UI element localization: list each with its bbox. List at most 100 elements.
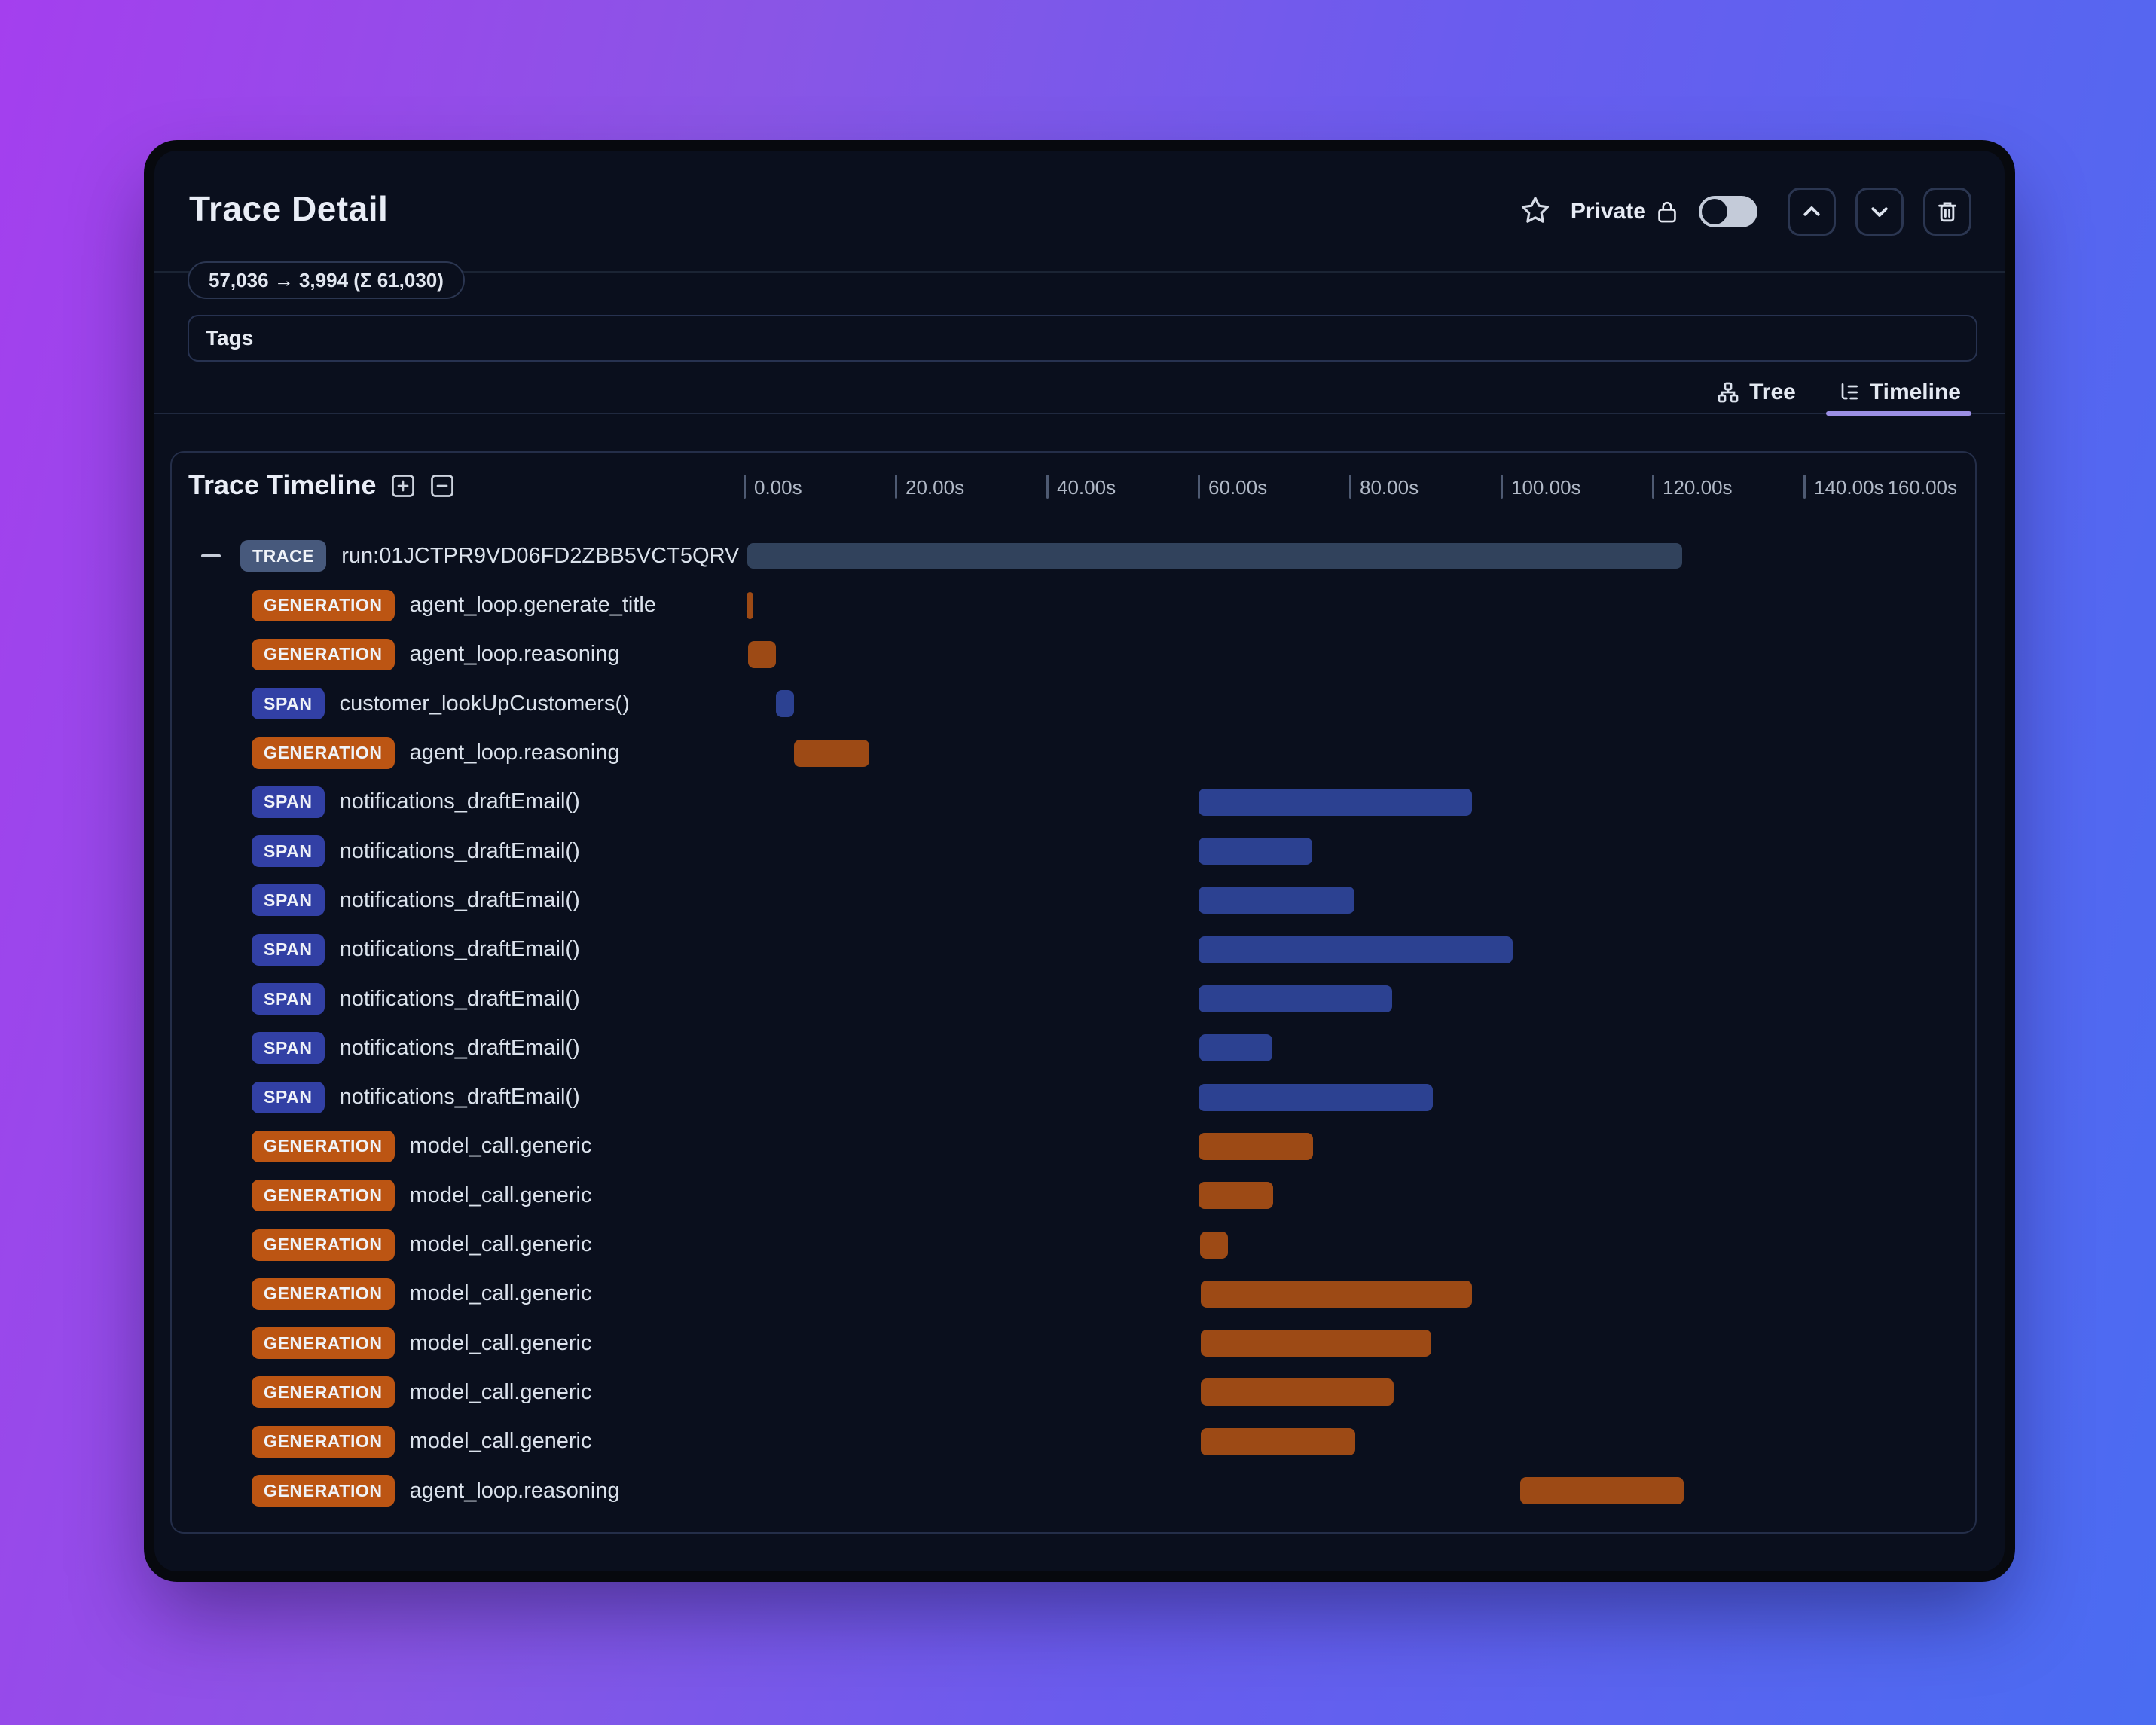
timeline-row-span[interactable]: SPAN notifications_draftEmail() bbox=[172, 826, 1975, 876]
span-badge: SPAN bbox=[252, 688, 325, 720]
view-tabs: Tree Timeline bbox=[154, 372, 2005, 416]
timeline-row-span[interactable]: SPAN customer_lookUpCustomers() bbox=[172, 679, 1975, 728]
span-duration-bar[interactable] bbox=[1199, 838, 1312, 866]
privacy-toggle[interactable] bbox=[1699, 196, 1757, 227]
timeline-row-generation[interactable]: GENERATION agent_loop.reasoning bbox=[172, 1466, 1975, 1516]
generation-duration-bar[interactable] bbox=[1199, 1132, 1313, 1160]
timeline-row-generation[interactable]: GENERATION model_call.generic bbox=[172, 1122, 1975, 1171]
row-head: SPAN notifications_draftEmail() bbox=[252, 835, 580, 868]
timeline-row-span[interactable]: SPAN notifications_draftEmail() bbox=[172, 1023, 1975, 1073]
row-head: GENERATION model_call.generic bbox=[252, 1130, 591, 1162]
trash-icon bbox=[1938, 202, 1956, 222]
privacy-label: Private bbox=[1571, 199, 1679, 224]
privacy-text: Private bbox=[1570, 199, 1646, 224]
trace-detail-window: Trace Detail Private 57,036 → 3,994 (Σ 6… bbox=[154, 151, 2005, 1571]
collapse-row-icon[interactable] bbox=[201, 554, 221, 558]
timeline-row-span[interactable]: SPAN notifications_draftEmail() bbox=[172, 925, 1975, 975]
row-head: SPAN notifications_draftEmail() bbox=[252, 1081, 580, 1113]
generation-badge: GENERATION bbox=[252, 1425, 395, 1458]
timeline-row-generation[interactable]: GENERATION agent_loop.reasoning bbox=[172, 728, 1975, 778]
generation-duration-bar[interactable] bbox=[1201, 1427, 1356, 1455]
delete-button[interactable] bbox=[1923, 188, 1971, 236]
span-badge: SPAN bbox=[252, 1081, 325, 1113]
generation-badge: GENERATION bbox=[252, 1180, 395, 1212]
row-label: notifications_draftEmail() bbox=[339, 789, 580, 814]
generation-duration-bar[interactable] bbox=[1201, 1330, 1431, 1357]
expand-all-button[interactable] bbox=[1855, 188, 1904, 236]
timeline-row-span[interactable]: SPAN notifications_draftEmail() bbox=[172, 1073, 1975, 1122]
timeline-row-span[interactable]: SPAN notifications_draftEmail() bbox=[172, 974, 1975, 1024]
tab-timeline[interactable]: Timeline bbox=[1820, 372, 1977, 416]
trace-timeline-panel: Trace Timeline 0.00s 20.00s 40.00s 60.00s 80… bbox=[170, 451, 1977, 1534]
trace-duration-bar[interactable] bbox=[747, 543, 1683, 569]
row-head: SPAN notifications_draftEmail() bbox=[252, 1032, 580, 1064]
generation-badge: GENERATION bbox=[252, 1278, 395, 1310]
generation-duration-bar[interactable] bbox=[1199, 1182, 1274, 1210]
generation-duration-bar[interactable] bbox=[748, 640, 777, 668]
span-badge: SPAN bbox=[252, 983, 325, 1015]
generation-duration-bar[interactable] bbox=[1200, 1231, 1229, 1259]
row-head: GENERATION agent_loop.generate_title bbox=[252, 589, 656, 621]
timeline-row-generation[interactable]: GENERATION agent_loop.reasoning bbox=[172, 630, 1975, 679]
generation-badge: GENERATION bbox=[252, 1376, 395, 1409]
tree-icon bbox=[1718, 382, 1739, 403]
generation-duration-bar[interactable] bbox=[747, 591, 754, 619]
span-duration-bar[interactable] bbox=[1199, 936, 1513, 963]
timeline-row-trace[interactable]: TRACE run:01JCTPR9VD06FD2ZBB5VCT5QRV bbox=[172, 531, 1975, 581]
tab-tree-label: Tree bbox=[1749, 380, 1796, 405]
collapse-all-button[interactable] bbox=[1788, 188, 1836, 236]
span-duration-bar[interactable] bbox=[1199, 788, 1472, 816]
generation-duration-bar[interactable] bbox=[1201, 1378, 1394, 1406]
span-duration-bar[interactable] bbox=[1199, 887, 1355, 914]
row-head: GENERATION model_call.generic bbox=[252, 1229, 591, 1261]
row-head: TRACE run:01JCTPR9VD06FD2ZBB5VCT5QRV bbox=[201, 540, 739, 572]
generation-duration-bar[interactable] bbox=[794, 739, 869, 767]
star-icon[interactable] bbox=[1519, 194, 1551, 230]
row-label: agent_loop.reasoning bbox=[409, 1478, 620, 1503]
row-label: notifications_draftEmail() bbox=[339, 1035, 580, 1060]
header-actions: Private bbox=[1519, 187, 1971, 237]
row-label: notifications_draftEmail() bbox=[339, 937, 580, 962]
row-label: agent_loop.generate_title bbox=[409, 593, 656, 618]
span-badge: SPAN bbox=[252, 835, 325, 868]
timeline-row-generation[interactable]: GENERATION agent_loop.generate_title bbox=[172, 581, 1975, 630]
generation-duration-bar[interactable] bbox=[1201, 1280, 1472, 1308]
timeline-row-span[interactable]: SPAN notifications_draftEmail() bbox=[172, 777, 1975, 827]
row-head: GENERATION model_call.generic bbox=[252, 1425, 591, 1458]
row-head: GENERATION model_call.generic bbox=[252, 1327, 591, 1360]
timeline-row-generation[interactable]: GENERATION model_call.generic bbox=[172, 1318, 1975, 1368]
timeline-row-generation[interactable]: GENERATION model_call.generic bbox=[172, 1367, 1975, 1417]
row-head: GENERATION model_call.generic bbox=[252, 1376, 592, 1409]
timeline-row-generation[interactable]: GENERATION model_call.generic bbox=[172, 1171, 1975, 1220]
row-label: model_call.generic bbox=[409, 1183, 592, 1208]
page-title: Trace Detail bbox=[189, 189, 389, 228]
row-label: customer_lookUpCustomers() bbox=[339, 691, 630, 716]
timeline-row-generation[interactable]: GENERATION model_call.generic bbox=[172, 1269, 1975, 1319]
tags-label: Tags bbox=[206, 326, 254, 350]
tab-tree[interactable]: Tree bbox=[1699, 372, 1812, 413]
span-duration-bar[interactable] bbox=[1199, 1034, 1273, 1062]
timeline-row-span[interactable]: SPAN notifications_draftEmail() bbox=[172, 875, 1975, 925]
row-label: notifications_draftEmail() bbox=[339, 887, 580, 912]
span-duration-bar[interactable] bbox=[776, 690, 795, 718]
row-head: SPAN notifications_draftEmail() bbox=[252, 884, 580, 917]
generation-duration-bar[interactable] bbox=[1520, 1477, 1684, 1505]
timeline-rows: TRACE run:01JCTPR9VD06FD2ZBB5VCT5QRV GENER… bbox=[172, 453, 1975, 1532]
generation-badge: GENERATION bbox=[252, 1229, 395, 1261]
row-label: notifications_draftEmail() bbox=[339, 986, 580, 1011]
row-head: GENERATION agent_loop.reasoning bbox=[252, 638, 620, 670]
row-head: SPAN customer_lookUpCustomers() bbox=[252, 688, 630, 720]
timeline-row-generation[interactable]: GENERATION model_call.generic bbox=[172, 1417, 1975, 1467]
row-label: model_call.generic bbox=[409, 1379, 592, 1404]
row-head: GENERATION agent_loop.reasoning bbox=[252, 737, 620, 769]
span-duration-bar[interactable] bbox=[1199, 985, 1393, 1013]
tags-input[interactable]: Tags bbox=[188, 315, 1977, 362]
generation-badge: GENERATION bbox=[252, 589, 395, 621]
span-duration-bar[interactable] bbox=[1199, 1083, 1433, 1111]
row-label: notifications_draftEmail() bbox=[339, 1085, 580, 1110]
timeline-icon bbox=[1841, 383, 1858, 400]
span-badge: SPAN bbox=[252, 933, 325, 966]
timeline-row-generation[interactable]: GENERATION model_call.generic bbox=[172, 1220, 1975, 1270]
row-head: SPAN notifications_draftEmail() bbox=[252, 786, 580, 818]
generation-badge: GENERATION bbox=[252, 1475, 395, 1507]
